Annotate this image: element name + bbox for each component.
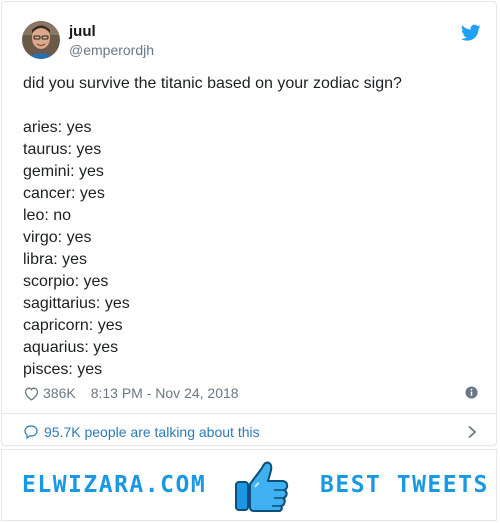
tweet-card: juul @emperordjh did you survive the tit… [1, 1, 497, 446]
user-name[interactable]: juul [69, 23, 96, 40]
speech-bubble-icon [24, 425, 38, 440]
zodiac-line: capricorn: yes [23, 317, 123, 334]
zodiac-line: sagittarius: yes [23, 295, 130, 312]
tweet-question: did you survive the titanic based on you… [23, 75, 402, 92]
zodiac-line: scorpio: yes [23, 273, 109, 290]
zodiac-line: virgo: yes [23, 229, 92, 246]
zodiac-line: aries: yes [23, 119, 92, 136]
info-icon[interactable] [465, 386, 478, 399]
tweet-meta: 386K 8:13 PM - Nov 24, 2018 [23, 383, 239, 403]
brand-tagline: BEST TWEETS [320, 472, 489, 498]
zodiac-line: aquarius: yes [23, 339, 119, 356]
heart-icon[interactable] [23, 385, 40, 402]
zodiac-line: taurus: yes [23, 141, 102, 158]
branding-banner: ELWIZARA.COM BEST TWEETS [1, 449, 497, 521]
thumbs-up-icon [235, 461, 289, 512]
avatar[interactable] [22, 21, 60, 59]
zodiac-line: cancer: yes [23, 185, 105, 202]
user-handle[interactable]: @emperordjh [69, 42, 154, 58]
zodiac-line: pisces: yes [23, 361, 103, 378]
conversation-link[interactable]: 95.7K people are talking about this [23, 422, 260, 442]
chevron-right-icon[interactable] [467, 425, 477, 439]
divider [2, 413, 496, 414]
brand-site-name: ELWIZARA.COM [22, 472, 207, 498]
zodiac-line: leo: no [23, 207, 72, 224]
zodiac-line: gemini: yes [23, 163, 104, 180]
tweet-timestamp[interactable]: 8:13 PM - Nov 24, 2018 [91, 385, 239, 401]
twitter-bird-icon[interactable] [461, 24, 481, 42]
conversation-text[interactable]: 95.7K people are talking about this [44, 424, 260, 440]
zodiac-line: libra: yes [23, 251, 88, 268]
tweet-text: did you survive the titanic based on you… [23, 73, 483, 381]
like-count[interactable]: 386K [43, 385, 76, 401]
